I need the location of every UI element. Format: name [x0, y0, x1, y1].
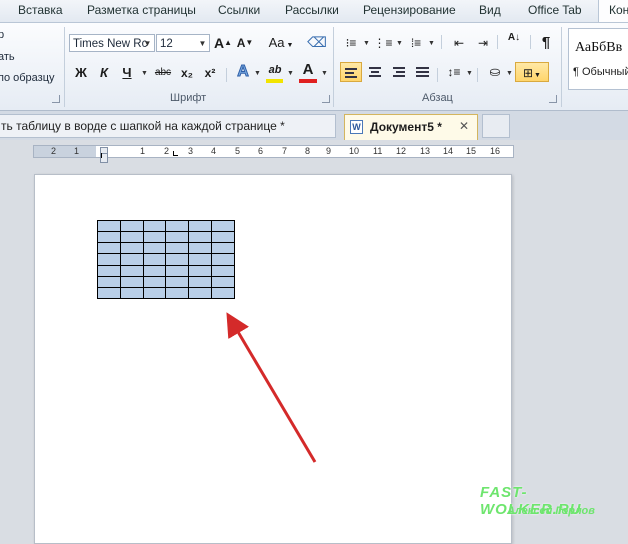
annotation-arrow — [226, 312, 317, 463]
red-arrow-icon — [226, 312, 317, 463]
watermark-author: Алексей Горлов — [507, 505, 595, 517]
